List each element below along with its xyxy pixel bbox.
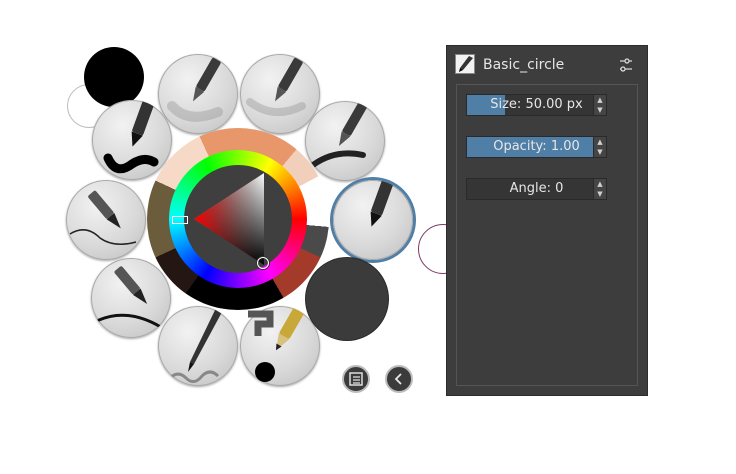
brush-preset-4[interactable] — [305, 101, 385, 181]
size-label: Size: — [490, 97, 522, 112]
current-color-dot — [255, 362, 275, 382]
opacity-slider[interactable]: Opacity: 1.00 ▲ ▼ — [466, 136, 607, 158]
angle-value: 0 — [555, 181, 564, 196]
pattern-icon[interactable] — [244, 310, 274, 340]
list-icon — [349, 372, 363, 386]
preset-name: Basic_circle — [483, 57, 565, 73]
decrement-icon[interactable]: ▼ — [594, 147, 606, 157]
hue-marker[interactable] — [172, 216, 188, 224]
brush-preset-5[interactable] — [66, 180, 146, 260]
brush-preset-3[interactable] — [92, 100, 172, 180]
color-selector-center[interactable] — [184, 165, 292, 273]
brush-size-preview — [306, 258, 388, 340]
opacity-value: 1.00 — [550, 139, 580, 154]
chevron-left-icon — [394, 373, 402, 385]
decrement-icon[interactable]: ▼ — [594, 105, 606, 115]
docker-toggle-button[interactable] — [342, 365, 370, 393]
brush-settings-area — [456, 84, 638, 386]
sv-marker[interactable] — [257, 257, 269, 269]
opacity-stepper[interactable]: ▲ ▼ — [593, 137, 606, 157]
brush-settings-panel: Basic_circle Size: 50.00 px ▲ ▼ Opacity: … — [446, 45, 648, 396]
settings-button[interactable] — [618, 57, 634, 73]
size-stepper[interactable]: ▲ ▼ — [593, 95, 606, 115]
size-value: 50.00 px — [525, 97, 583, 112]
decrement-icon[interactable]: ▼ — [594, 189, 606, 199]
angle-stepper[interactable]: ▲ ▼ — [593, 179, 606, 199]
foreground-color-swatch[interactable] — [84, 47, 144, 107]
size-slider[interactable]: Size: 50.00 px ▲ ▼ — [466, 94, 607, 116]
brush-preset-icon — [455, 54, 475, 74]
back-button[interactable] — [385, 365, 413, 393]
increment-icon[interactable]: ▲ — [594, 179, 606, 189]
increment-icon[interactable]: ▲ — [594, 137, 606, 147]
sliders-icon — [620, 58, 632, 72]
angle-slider[interactable]: Angle: 0 ▲ ▼ — [466, 178, 607, 200]
opacity-label: Opacity: — [493, 139, 547, 154]
brush-preset-7[interactable] — [158, 306, 238, 386]
brush-preset-basic-circle[interactable] — [333, 180, 413, 260]
angle-label: Angle: — [509, 181, 551, 196]
increment-icon[interactable]: ▲ — [594, 95, 606, 105]
